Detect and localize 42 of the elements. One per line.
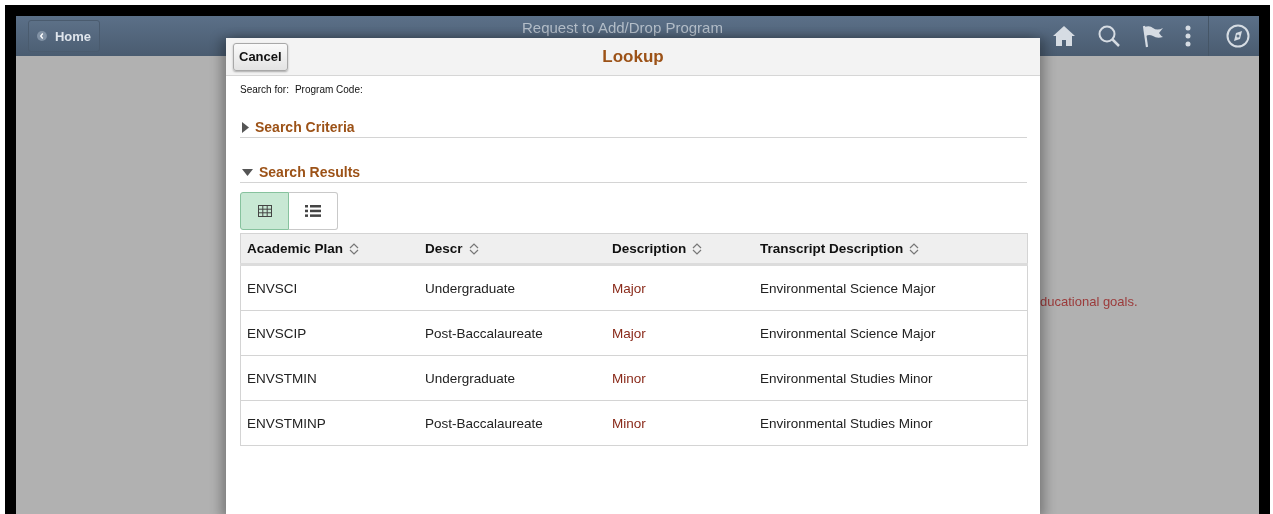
table-cell[interactable]: Environmental Science Major	[760, 280, 936, 296]
table-cell[interactable]: Major	[612, 325, 646, 341]
section-header[interactable]: Search Results	[240, 164, 361, 180]
table-cell[interactable]: ENVSTMINP	[247, 415, 326, 431]
expand-triangle-icon	[242, 121, 249, 133]
page-title: Request to Add/Drop Program	[522, 19, 723, 36]
sort-icon	[909, 242, 920, 255]
table-cell[interactable]: Post-Baccalaureate	[425, 325, 543, 341]
table-cell[interactable]: Undergraduate	[425, 370, 516, 386]
collapse-triangle-icon	[242, 168, 253, 176]
search-for-value: Program Code:	[294, 84, 363, 95]
table-cell[interactable]: ENVSCIP	[247, 325, 307, 341]
table-cell[interactable]: Environmental Studies Minor	[760, 370, 933, 386]
search-for-label: Search for:	[240, 84, 289, 95]
table-cell[interactable]: Post-Baccalaureate	[425, 415, 543, 431]
table-cell[interactable]: ENVSTMIN	[247, 370, 317, 386]
table-cell[interactable]: Minor	[612, 415, 646, 431]
table-cell[interactable]: ENVSCI	[247, 280, 298, 296]
compass-icon[interactable]	[1226, 24, 1250, 48]
flag-icon[interactable]	[1142, 24, 1164, 48]
sort-icon	[692, 242, 703, 255]
list-icon	[305, 205, 321, 217]
grid-icon	[257, 205, 272, 217]
sort-icon	[468, 242, 479, 255]
section-header[interactable]: Search Criteria	[240, 119, 355, 135]
search-icon[interactable]	[1097, 24, 1121, 48]
back-icon	[37, 30, 47, 42]
grid-view-button[interactable]	[240, 192, 289, 230]
table-cell[interactable]: Environmental Studies Minor	[760, 415, 933, 431]
home-icon[interactable]	[1052, 25, 1076, 47]
description-text: ducational goals.	[1040, 294, 1138, 309]
cancel-button[interactable]: Cancel	[233, 42, 288, 71]
column-header[interactable]: Descr	[425, 241, 479, 256]
sort-icon	[349, 242, 360, 255]
table-cell[interactable]: Minor	[612, 370, 646, 386]
more-options-icon[interactable]	[1185, 25, 1191, 47]
home-button[interactable]: Home	[28, 20, 100, 52]
dialog-title: Lookup	[601, 46, 665, 67]
table-cell[interactable]: Environmental Science Major	[760, 325, 936, 341]
table-cell[interactable]: Major	[612, 280, 646, 296]
list-view-button[interactable]	[289, 192, 338, 230]
table-cell[interactable]: Undergraduate	[425, 280, 516, 296]
